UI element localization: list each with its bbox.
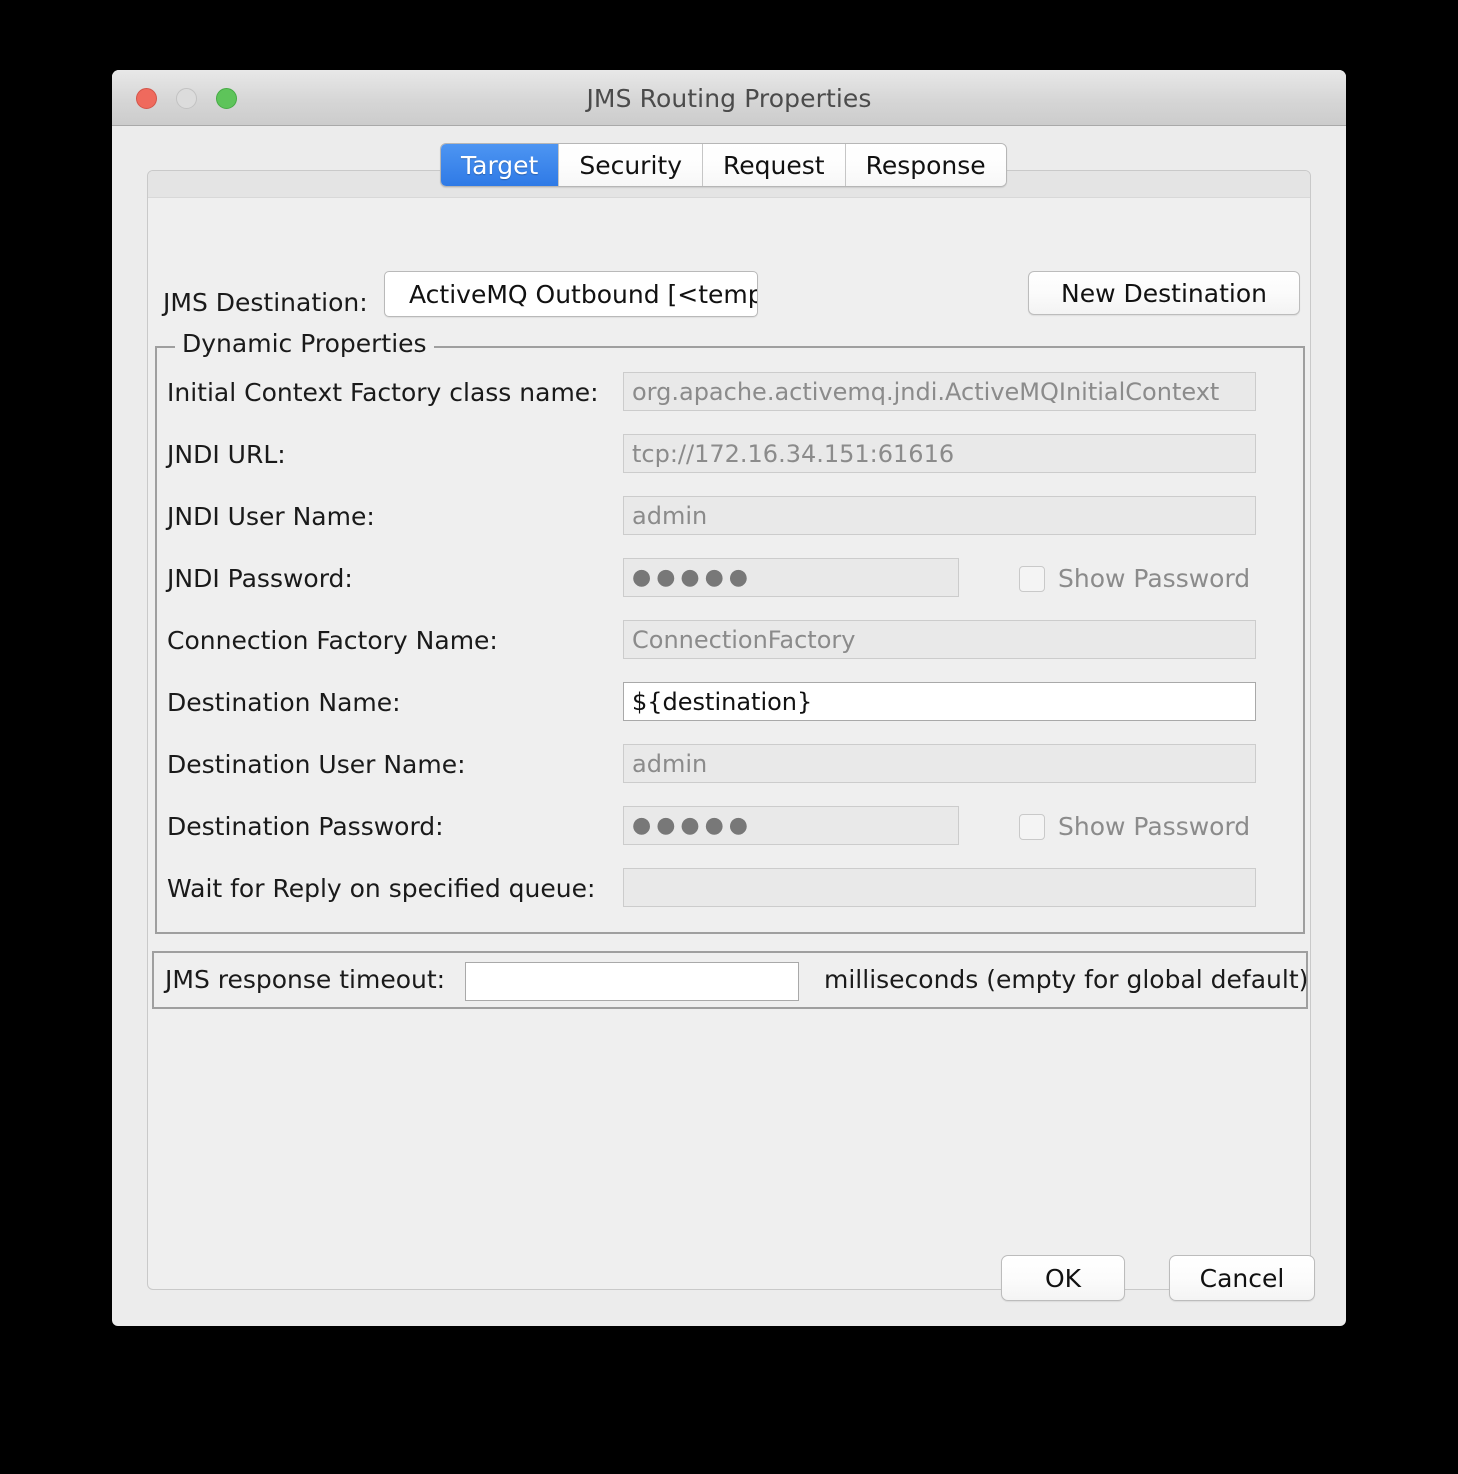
ok-button-label: OK	[1044, 1263, 1082, 1293]
tab-request[interactable]: Request	[703, 144, 846, 186]
dynamic-properties-title: Dynamic Properties	[175, 329, 434, 358]
tab-response[interactable]: Response	[845, 144, 1006, 186]
tab-label: Request	[723, 150, 825, 180]
dynamic-properties-groupbox: Dynamic Properties Initial Context Facto…	[155, 329, 1305, 934]
show-password-jndi-checkbox[interactable]: Show Password	[1019, 564, 1250, 593]
jndi-user-name-input[interactable]: admin	[623, 496, 1256, 535]
tab-label: Security	[579, 150, 683, 180]
show-password-jndi-label: Show Password	[1058, 564, 1251, 593]
label-destination-name: Destination Name:	[167, 688, 401, 717]
connection-factory-name-input[interactable]: ConnectionFactory	[623, 620, 1256, 659]
destination-user-name-input[interactable]: admin	[623, 744, 1256, 783]
tab-security[interactable]: Security	[559, 144, 704, 186]
jms-response-timeout-suffix: milliseconds (empty for global default)	[824, 965, 1309, 994]
tab-label: Target	[461, 150, 539, 180]
jndi-url-input[interactable]: tcp://172.16.34.151:61616	[623, 434, 1256, 473]
jms-destination-label: JMS Destination:	[163, 288, 368, 317]
new-destination-button[interactable]: New Destination	[1028, 271, 1300, 315]
jndi-password-input[interactable]: ●●●●●	[623, 558, 959, 597]
window-titlebar: JMS Routing Properties	[112, 70, 1346, 126]
destination-name-input[interactable]: ${destination}	[623, 682, 1256, 721]
jms-response-timeout-input[interactable]	[465, 962, 799, 1001]
checkbox-box-icon	[1019, 813, 1045, 840]
show-password-destination-label: Show Password	[1058, 812, 1251, 841]
new-destination-button-label: New Destination	[1061, 278, 1267, 308]
jms-response-timeout-label: JMS response timeout:	[165, 965, 446, 994]
label-jndi-user-name: JNDI User Name:	[167, 502, 375, 531]
label-connection-factory-name: Connection Factory Name:	[167, 626, 498, 655]
jms-response-timeout-groupbox: JMS response timeout: milliseconds (empt…	[152, 951, 1308, 1009]
tab-label: Response	[865, 150, 986, 180]
tab-strip: Target Security Request Response	[440, 143, 1007, 187]
label-wait-for-reply-queue: Wait for Reply on specified queue:	[167, 874, 596, 903]
tab-content-panel: JMS Destination: ActiveMQ Outbound [<tem…	[147, 170, 1311, 1290]
label-jndi-url: JNDI URL:	[167, 440, 286, 469]
wait-for-reply-queue-input[interactable]	[623, 868, 1256, 907]
label-initial-context-factory: Initial Context Factory class name:	[167, 378, 599, 407]
label-jndi-password: JNDI Password:	[167, 564, 353, 593]
window-title: JMS Routing Properties	[586, 84, 872, 113]
label-destination-user-name: Destination User Name:	[167, 750, 466, 779]
ok-button[interactable]: OK	[1001, 1255, 1125, 1301]
initial-context-factory-input[interactable]: org.apache.activemq.jndi.ActiveMQInitial…	[623, 372, 1256, 411]
jms-destination-selected-value: ActiveMQ Outbound [<template>]	[409, 279, 758, 309]
tab-target[interactable]: Target	[441, 144, 560, 186]
show-password-destination-checkbox[interactable]: Show Password	[1019, 812, 1250, 841]
destination-password-input[interactable]: ●●●●●	[623, 806, 959, 845]
label-destination-password: Destination Password:	[167, 812, 444, 841]
cancel-button[interactable]: Cancel	[1169, 1255, 1315, 1301]
checkbox-box-icon	[1019, 565, 1045, 592]
jms-routing-properties-window: JMS Routing Properties JMS Destination: …	[112, 70, 1346, 1326]
cancel-button-label: Cancel	[1199, 1263, 1285, 1293]
jms-destination-select[interactable]: ActiveMQ Outbound [<template>] ▲▼	[384, 271, 758, 317]
